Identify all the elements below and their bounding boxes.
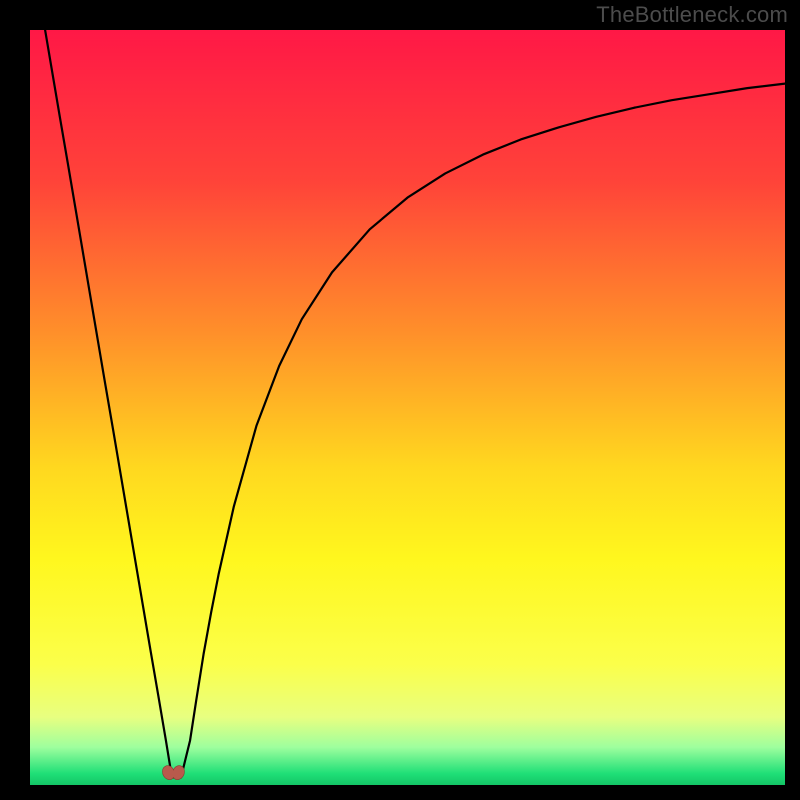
chart-frame: TheBottleneck.com [0, 0, 800, 800]
watermark-text: TheBottleneck.com [596, 2, 788, 28]
gradient-background [30, 30, 785, 785]
bottleneck-chart [30, 30, 785, 785]
plot-area [30, 30, 785, 785]
